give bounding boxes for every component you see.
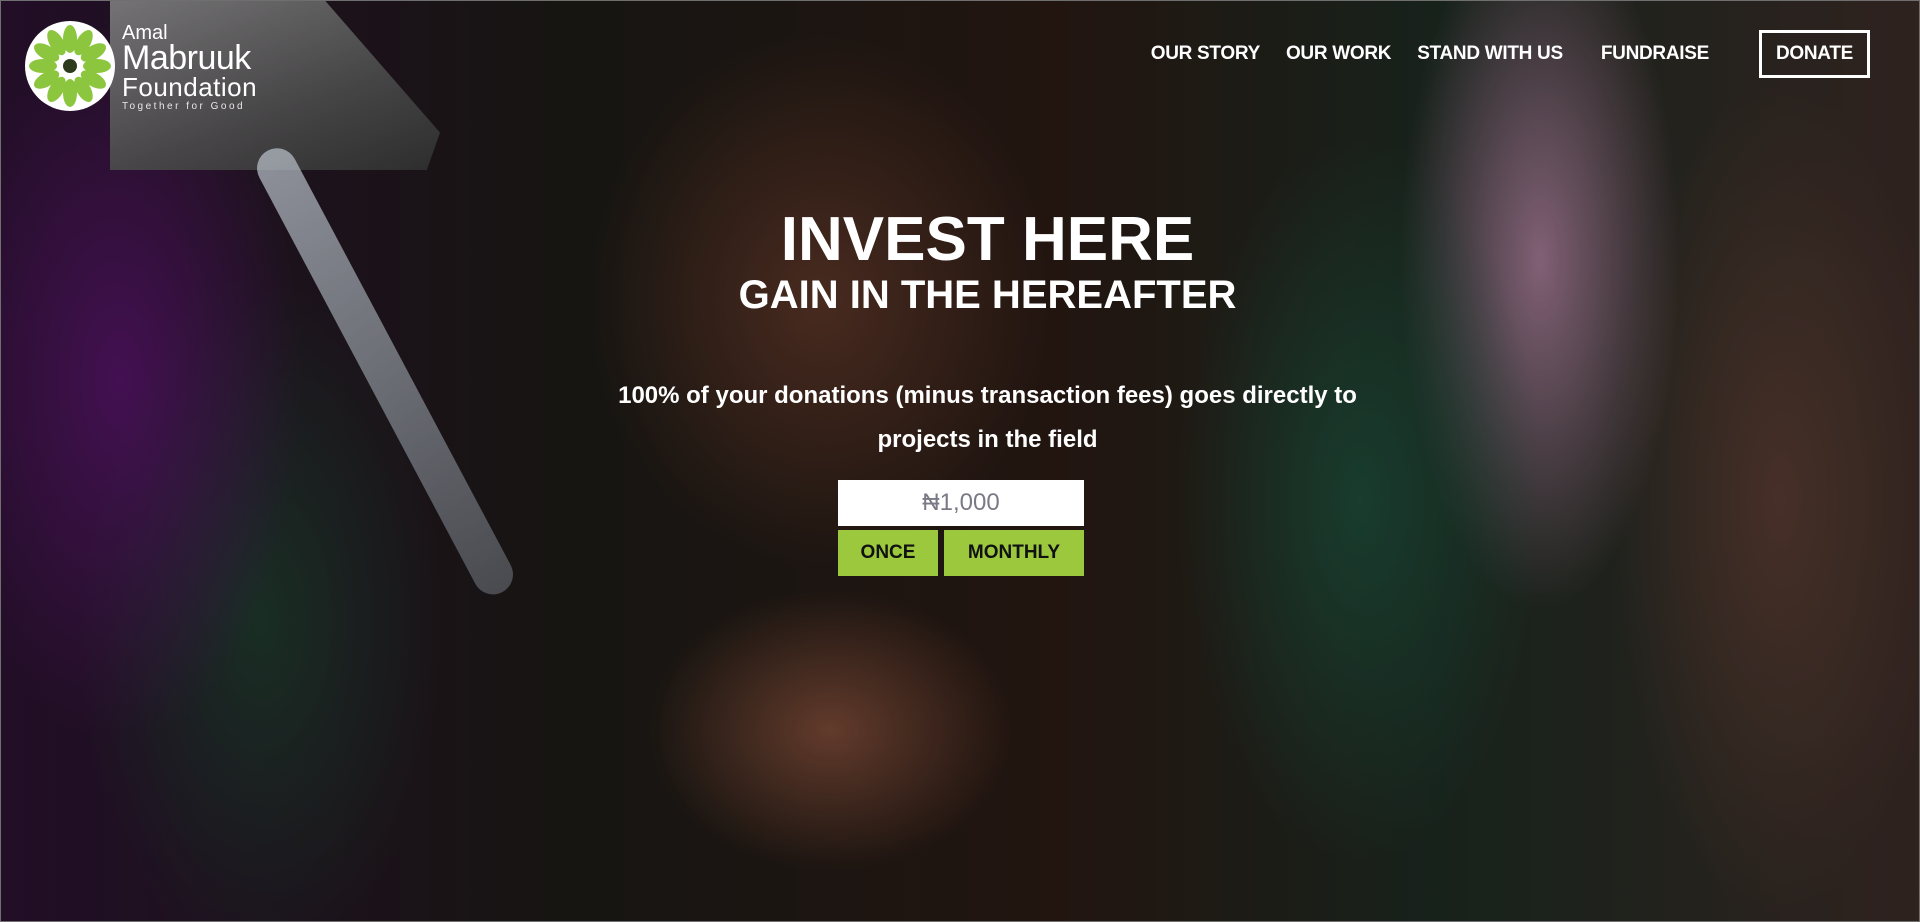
logo-tagline: Together for Good xyxy=(122,100,246,112)
main-nav: OUR STORY OUR WORK STAND WITH US FUNDRAI… xyxy=(1125,30,1870,78)
hero-description: 100% of your donations (minus transactio… xyxy=(618,382,1357,453)
nav-our-work[interactable]: OUR WORK xyxy=(1286,43,1392,65)
once-button[interactable]: ONCE xyxy=(838,530,938,576)
hero-subheadline: GAIN IN THE HEREAFTER xyxy=(738,273,1237,317)
nav-our-story[interactable]: OUR STORY xyxy=(1151,43,1261,65)
hero-headline: INVEST HERE xyxy=(780,205,1195,274)
flower-logo-icon xyxy=(22,16,118,116)
site-logo[interactable]: Amal Mabruuk Foundation Together for Goo… xyxy=(22,16,257,116)
logo-line-foundation: Foundation xyxy=(122,71,258,102)
monthly-button[interactable]: MONTHLY xyxy=(944,530,1084,576)
donation-amount-input[interactable] xyxy=(838,480,1084,526)
logo-wordmark: Amal Mabruuk Foundation Together for Goo… xyxy=(122,21,257,112)
logo-line-mabruuk: Mabruuk xyxy=(122,38,251,77)
donate-button[interactable]: DONATE xyxy=(1758,30,1870,78)
nav-fundraise[interactable]: FUNDRAISE xyxy=(1601,43,1709,65)
nav-stand-with-us[interactable]: STAND WITH US xyxy=(1417,43,1563,65)
